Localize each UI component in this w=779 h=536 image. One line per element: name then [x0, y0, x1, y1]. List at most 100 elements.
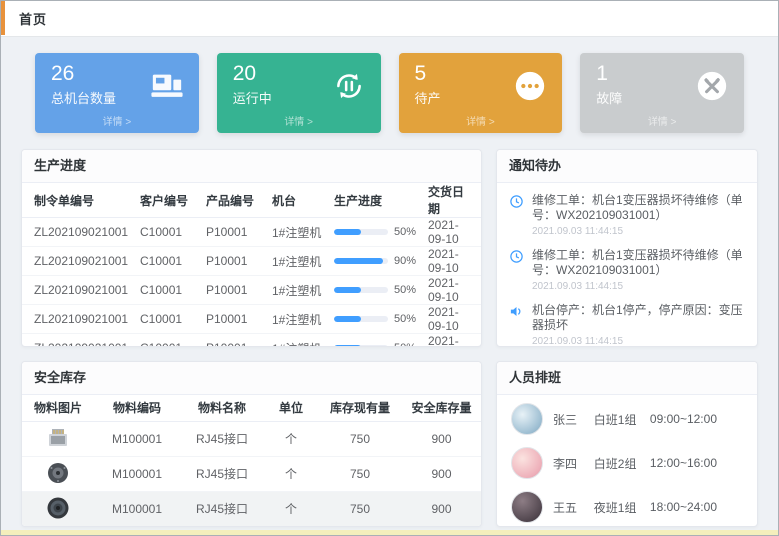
- customer-no: C10001: [134, 218, 200, 247]
- progress-bar: 50%: [334, 284, 416, 296]
- stock-current: 750: [318, 491, 402, 526]
- stat-card-pending[interactable]: 5 待产 详情 >: [399, 53, 563, 133]
- progress-track: [334, 229, 388, 235]
- speaker-driver-image: [44, 495, 72, 521]
- progress-track: [334, 316, 388, 322]
- stat-label: 总机台数量: [51, 88, 116, 107]
- delivery-date: 2021-09-10: [422, 247, 481, 276]
- progress-bar: 90%: [334, 255, 416, 267]
- notice-item[interactable]: 机台停产：机台1停产，停产原因：变压器损坏 2021.09.03 11:44:1…: [507, 297, 747, 347]
- row-inventory-schedule: 安全库存 物料图片 物料编码 物料名称 单位 库存现有量 安全库存量: [21, 361, 758, 527]
- table-row: ZL202109021001 C10001 P10001 1#注塑机 50% 2…: [22, 305, 481, 334]
- column-header: 安全库存量: [402, 395, 481, 421]
- progress-fill: [334, 345, 361, 347]
- progress-fill: [334, 316, 361, 322]
- stat-label: 故障: [596, 88, 622, 107]
- fault-icon: [694, 68, 730, 104]
- dashboard-content: 26 总机台数量 详情 >: [1, 53, 778, 527]
- staff-time: 09:00~12:00: [650, 412, 743, 426]
- delivery-date: 2021-09-10: [422, 276, 481, 305]
- material-image-cell: [22, 491, 94, 526]
- safety-stock-panel: 安全库存 物料图片 物料编码 物料名称 单位 库存现有量 安全库存量: [21, 361, 482, 527]
- column-header: 生产进度: [328, 183, 422, 218]
- table-header-row: 制令单编号 客户编号 产品编号 机台 生产进度 交货日期: [22, 183, 481, 218]
- customer-no: C10001: [134, 276, 200, 305]
- material-name: RJ45接口: [180, 421, 264, 456]
- notice-text: 机台停产：机台1停产，停产原因：变压器损坏: [532, 303, 745, 333]
- product-no: P10001: [200, 247, 266, 276]
- production-table: 制令单编号 客户编号 产品编号 机台 生产进度 交货日期 ZL202109021…: [22, 183, 481, 347]
- material-code: M100001: [94, 421, 180, 456]
- detail-link[interactable]: 详情 >: [580, 113, 744, 128]
- progress-cell: 50%: [328, 276, 422, 305]
- order-no: ZL202109021001: [22, 276, 134, 305]
- column-header: 制令单编号: [22, 183, 134, 218]
- stat-card-running[interactable]: 20 运行中 详情 >: [217, 53, 381, 133]
- stat-value: 5: [415, 62, 441, 86]
- column-header: 机台: [266, 183, 328, 218]
- staff-name: 李四: [553, 455, 584, 472]
- progress-bar: 50%: [334, 313, 416, 325]
- stat-card-fault[interactable]: 1 故障: [580, 53, 744, 133]
- notice-item[interactable]: 维修工单：机台1变压器损坏待维修（单号：WX202109031001） 2021…: [507, 242, 747, 297]
- card-main: 1 故障: [596, 62, 730, 107]
- avatar: [511, 403, 543, 435]
- progress-bar: 50%: [334, 226, 416, 238]
- order-no: ZL202109021001: [22, 218, 134, 247]
- progress-track: [334, 287, 388, 293]
- machine: 1#注塑机: [266, 218, 328, 247]
- stat-value: 20: [233, 62, 272, 86]
- product-no: P10001: [200, 334, 266, 348]
- notice-time: 2021.09.03 11:44:15: [532, 226, 745, 237]
- detail-link[interactable]: 详情 >: [217, 113, 381, 128]
- stat-cards: 26 总机台数量 详情 >: [35, 53, 744, 133]
- stock-current: 750: [318, 421, 402, 456]
- panel-title: 人员排班: [497, 362, 757, 395]
- notice-body: 维修工单：机台1变压器损坏待维修（单号：WX202109031001） 2021…: [532, 248, 745, 292]
- inventory-table: 物料图片 物料编码 物料名称 单位 库存现有量 安全库存量: [22, 395, 481, 527]
- card-info: 1 故障: [596, 62, 622, 107]
- running-icon: [331, 68, 367, 104]
- progress-percent: 50%: [394, 226, 416, 238]
- stat-card-total-machines[interactable]: 26 总机台数量 详情 >: [35, 53, 199, 133]
- material-code: M100001: [94, 456, 180, 491]
- clock-icon: [509, 248, 525, 292]
- panel-title: 生产进度: [22, 150, 481, 183]
- detail-link[interactable]: 详情 >: [35, 113, 199, 128]
- material-name: RJ45接口: [180, 456, 264, 491]
- rj45-connector-image: [44, 425, 72, 451]
- staff-name: 王五: [553, 499, 584, 516]
- speaker-icon: [509, 303, 525, 347]
- notice-text: 维修工单：机台1变压器损坏待维修（单号：WX202109031001）: [532, 248, 745, 278]
- notice-time: 2021.09.03 11:44:15: [532, 336, 745, 347]
- order-no: ZL202109021001: [22, 305, 134, 334]
- schedule-row: 李四 白班2组 12:00~16:00: [511, 441, 743, 485]
- column-header: 物料编码: [94, 395, 180, 421]
- staff-time: 12:00~16:00: [650, 456, 743, 470]
- progress-fill: [334, 287, 361, 293]
- material-code: M100001: [94, 491, 180, 526]
- table-row: ZL202109021001 C10001 P10001 1#注塑机 90% 2…: [22, 247, 481, 276]
- progress-percent: 50%: [394, 284, 416, 296]
- progress-percent: 90%: [394, 255, 416, 267]
- row-production-notices: 生产进度 制令单编号 客户编号 产品编号 机台 生产进度 交货日期: [21, 149, 758, 347]
- table-header-row: 物料图片 物料编码 物料名称 单位 库存现有量 安全库存量: [22, 395, 481, 421]
- motor-image: [44, 460, 72, 486]
- delivery-date: 2021-09-10: [422, 218, 481, 247]
- notice-item[interactable]: 维修工单：机台1变压器损坏待维修（单号：WX202109031001） 2021…: [507, 187, 747, 242]
- detail-link[interactable]: 详情 >: [399, 113, 563, 128]
- customer-no: C10001: [134, 247, 200, 276]
- notice-text: 维修工单：机台1变压器损坏待维修（单号：WX202109031001）: [532, 193, 745, 223]
- notice-list: 维修工单：机台1变压器损坏待维修（单号：WX202109031001） 2021…: [497, 183, 757, 347]
- machine: 1#注塑机: [266, 276, 328, 305]
- notice-body: 维修工单：机台1变压器损坏待维修（单号：WX202109031001） 2021…: [532, 193, 745, 237]
- staff-shift: 白班2组: [594, 455, 640, 472]
- column-header: 库存现有量: [318, 395, 402, 421]
- stat-label: 运行中: [233, 88, 272, 107]
- notice-time: 2021.09.03 11:44:15: [532, 281, 745, 292]
- card-info: 5 待产: [415, 62, 441, 107]
- material-unit: 个: [264, 491, 318, 526]
- progress-percent: 50%: [394, 313, 416, 325]
- material-image-cell: [22, 421, 94, 456]
- table-row: ZL202109021001 C10001 P10001 1#注塑机 50% 2…: [22, 334, 481, 348]
